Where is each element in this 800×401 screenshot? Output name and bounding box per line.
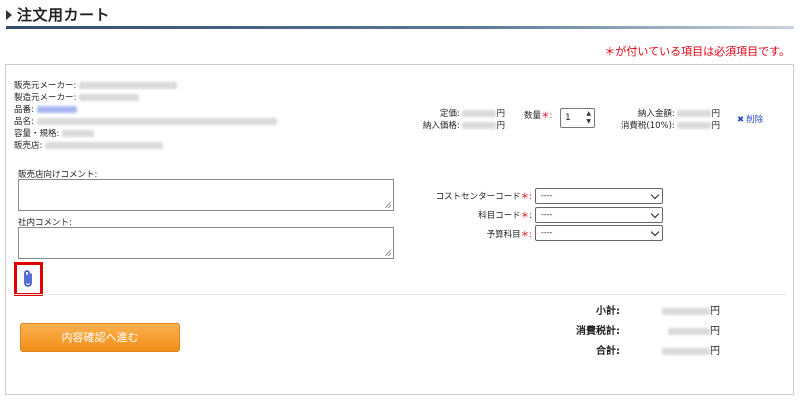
grand-total-row: 合計: 円 (520, 342, 720, 362)
subtotal-label: 小計: (596, 306, 620, 317)
grand-total-value: 円 (662, 342, 720, 357)
cost-center-select[interactable]: ---- (535, 188, 663, 204)
subtotal-currency: 円 (710, 306, 720, 317)
account-code-label: 科目コード＊: (478, 209, 532, 221)
grand-total-amount (662, 347, 710, 355)
tax-total-row: 消費税計: 円 (520, 322, 720, 342)
part-number-label: 品番: (14, 105, 34, 115)
product-name-value (36, 118, 277, 125)
product-info: 販売元メーカー: 製造元メーカー: 品番: 品名: 容量・規格: 販売店: (14, 80, 277, 152)
consumption-tax-currency: 円 (711, 121, 720, 131)
seller-maker-label: 販売元メーカー: (14, 81, 77, 91)
header-divider (6, 26, 794, 29)
attachment-button[interactable] (14, 262, 43, 296)
page-header: 注文用カート (6, 4, 794, 29)
quantity-stepper[interactable]: 1 ▲ ▼ (560, 108, 595, 128)
capacity-spec-value (62, 130, 95, 137)
store-label: 販売店: (14, 141, 43, 151)
delivery-amount-value (677, 110, 712, 117)
required-mark: ＊: (520, 192, 532, 202)
required-mark: ＊: (520, 230, 532, 240)
manufacturer-row: 製造元メーカー: (14, 92, 277, 104)
part-number-row: 品番: (14, 104, 277, 116)
chevron-down-icon (650, 190, 660, 200)
internal-comment-textarea[interactable] (18, 227, 394, 259)
stepper-arrows-icon[interactable]: ▲ ▼ (586, 110, 591, 126)
list-price-value (462, 110, 497, 117)
capacity-spec-label: 容量・規格: (14, 129, 60, 139)
budget-item-select[interactable]: ---- (535, 225, 663, 241)
cost-center-label-text: コストセンターコード (435, 192, 521, 202)
close-icon: ✖ (737, 115, 745, 125)
chevron-down-icon (650, 227, 660, 237)
delete-label: 削除 (746, 115, 764, 125)
amount-block: 納入金額: 円 消費税(10%): 円 (608, 108, 720, 132)
cost-center-selected-value: ---- (541, 191, 553, 200)
paperclip-icon (24, 270, 32, 287)
seller-maker-row: 販売元メーカー: (14, 80, 277, 92)
store-value (45, 142, 164, 149)
required-fields-note: ＊が付いている項目は必須項目です。 (604, 45, 790, 58)
tax-total-currency: 円 (710, 326, 720, 337)
proceed-to-confirm-button[interactable]: 内容確認へ進む (20, 323, 180, 352)
cost-center-label: コストセンターコード＊: (436, 190, 532, 202)
delivery-amount-row: 納入金額: 円 (608, 108, 720, 120)
list-price-currency: 円 (496, 109, 505, 119)
account-code-select[interactable]: ---- (535, 207, 663, 223)
delivery-price-value (462, 122, 497, 129)
store-comment-textarea[interactable] (18, 179, 394, 211)
delivery-amount-currency: 円 (711, 109, 720, 119)
account-code-label-text: 科目コード (478, 211, 521, 221)
order-totals: 小計: 円 消費税計: 円 合計: 円 (520, 302, 720, 362)
tax-total-value: 円 (668, 322, 720, 337)
required-mark: ＊: (520, 211, 532, 221)
delivery-price-row: 納入価格: 円 (400, 120, 505, 132)
consumption-tax-row: 消費税(10%): 円 (608, 120, 720, 132)
product-name-row: 品名: (14, 116, 277, 128)
quantity-label-text: 数量 (524, 111, 542, 121)
section-divider (14, 294, 786, 295)
budget-item-label: 予算科目＊: (487, 228, 532, 240)
capacity-spec-row: 容量・規格: (14, 128, 277, 140)
quantity-value: 1 (565, 113, 571, 123)
required-mark: ＊: (541, 111, 553, 121)
part-number-link[interactable] (36, 106, 77, 113)
chevron-down-icon (650, 209, 660, 219)
budget-item-selected-value: ---- (541, 228, 553, 237)
consumption-tax-label: 消費税(10%): (620, 121, 675, 131)
delivery-price-currency: 円 (496, 121, 505, 131)
account-code-selected-value: ---- (541, 210, 553, 219)
subtotal-row: 小計: 円 (520, 302, 720, 322)
tax-total-label: 消費税計: (576, 326, 620, 337)
price-block: 定価: 円 納入価格: 円 (400, 108, 505, 132)
subtotal-amount (662, 307, 710, 315)
consumption-tax-value (677, 122, 712, 129)
store-row: 販売店: (14, 140, 277, 152)
delivery-price-label: 納入価格: (422, 121, 460, 131)
page-title: 注文用カート (17, 6, 111, 24)
product-name-label: 品名: (14, 117, 34, 127)
grand-total-label: 合計: (596, 346, 620, 357)
tax-total-amount (668, 327, 710, 335)
subtotal-value: 円 (662, 302, 720, 317)
list-price-label: 定価: (439, 109, 460, 119)
list-price-row: 定価: 円 (400, 108, 505, 120)
triangle-bullet-icon (6, 10, 12, 20)
delivery-amount-label: 納入金額: (637, 109, 675, 119)
manufacturer-value (79, 94, 140, 101)
budget-item-label-text: 予算科目 (486, 230, 521, 240)
quantity-label: 数量＊: (524, 109, 552, 121)
seller-maker-value (79, 82, 178, 89)
manufacturer-label: 製造元メーカー: (14, 93, 77, 103)
grand-total-currency: 円 (710, 346, 720, 357)
delete-link[interactable]: ✖ 削除 (737, 113, 763, 125)
